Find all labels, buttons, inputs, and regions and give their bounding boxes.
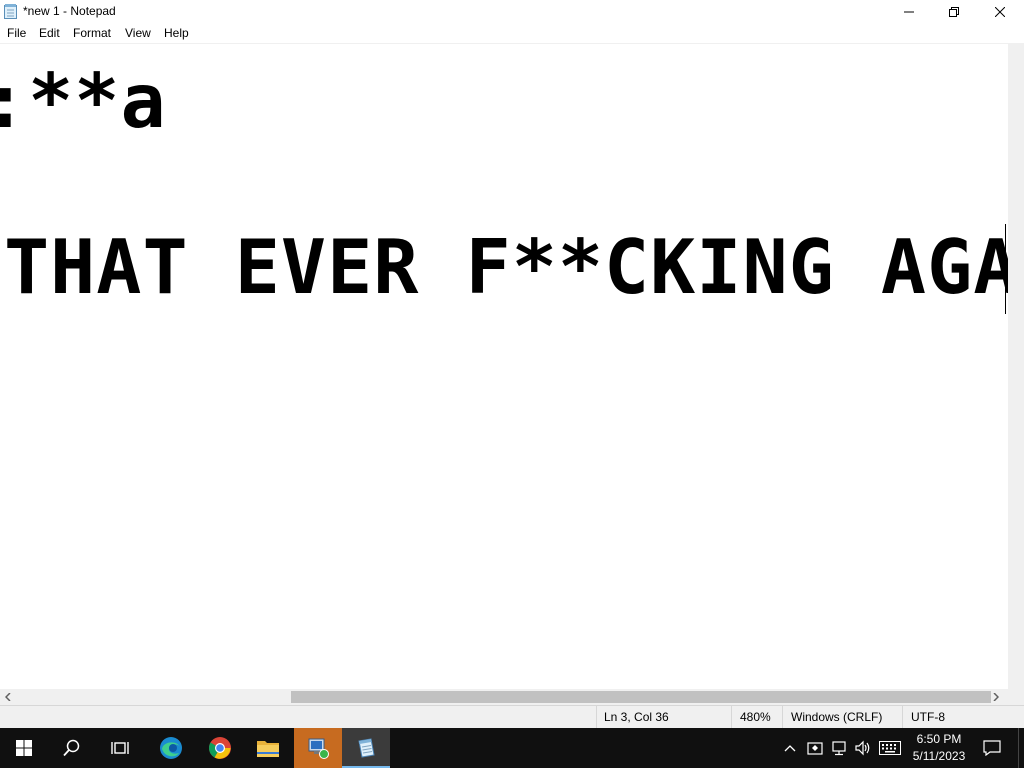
network-app-button[interactable] xyxy=(294,728,342,768)
window-title: *new 1 - Notepad xyxy=(23,4,116,18)
horizontal-scrollbar[interactable] xyxy=(0,689,1008,705)
close-button[interactable] xyxy=(977,0,1023,23)
task-view-button[interactable] xyxy=(96,728,144,768)
notepad-icon xyxy=(358,738,375,758)
status-separator xyxy=(596,706,597,729)
text-caret xyxy=(1005,224,1006,314)
network-icon[interactable] xyxy=(829,738,849,758)
line-ending: Windows (CRLF) xyxy=(791,710,883,724)
status-bar: Ln 3, Col 36 480% Windows (CRLF) UTF-8 xyxy=(0,705,1024,729)
show-hidden-icons-button[interactable] xyxy=(782,738,798,758)
windows-icon xyxy=(16,740,32,756)
menu-view[interactable]: View xyxy=(125,26,151,40)
tray-security-icon[interactable] xyxy=(805,738,825,758)
taskbar-clock[interactable]: 6:50 PM 5/11/2023 xyxy=(905,731,973,765)
search-icon xyxy=(63,739,80,757)
status-separator xyxy=(731,706,732,729)
chevron-up-icon xyxy=(784,745,796,752)
notepad-icon xyxy=(4,4,17,19)
title-bar: *new 1 - Notepad xyxy=(0,0,1024,23)
edge-button[interactable] xyxy=(147,728,195,768)
taskbar: 6:50 PM 5/11/2023 xyxy=(0,728,1024,768)
network-app-icon xyxy=(308,738,329,759)
status-separator xyxy=(782,706,783,729)
scroll-right-icon[interactable] xyxy=(990,691,1002,703)
menu-format[interactable]: Format xyxy=(73,26,111,40)
menu-bar: File Edit Format View Help xyxy=(0,23,1024,43)
zoom-level: 480% xyxy=(740,710,771,724)
vertical-scrollbar[interactable] xyxy=(1008,43,1024,689)
scrollbar-corner xyxy=(1008,689,1024,705)
task-view-icon xyxy=(111,742,129,754)
action-center-button[interactable] xyxy=(980,728,1004,768)
editor-line-3: THAT EVER F**CKING AGAIN. xyxy=(4,223,1008,311)
horizontal-scroll-thumb[interactable] xyxy=(291,691,991,703)
file-explorer-icon xyxy=(257,741,279,757)
status-separator xyxy=(902,706,903,729)
encoding: UTF-8 xyxy=(911,710,945,724)
chrome-icon xyxy=(209,737,231,759)
notepad-taskbar-button[interactable] xyxy=(342,728,390,768)
clock-date: 5/11/2023 xyxy=(912,749,966,763)
edge-icon xyxy=(160,737,182,759)
search-button[interactable] xyxy=(48,728,96,768)
show-desktop-button[interactable] xyxy=(1018,728,1024,768)
clock-time: 6:50 PM xyxy=(916,732,962,746)
cursor-position: Ln 3, Col 36 xyxy=(604,710,669,724)
notification-icon xyxy=(983,740,1001,756)
menu-file[interactable]: File xyxy=(7,26,26,40)
minimize-button[interactable] xyxy=(886,0,932,23)
scroll-left-icon[interactable] xyxy=(2,691,14,703)
menu-edit[interactable]: Edit xyxy=(39,26,60,40)
restore-button[interactable] xyxy=(931,0,977,23)
menu-help[interactable]: Help xyxy=(164,26,189,40)
text-editor[interactable]: :**a THAT EVER F**CKING AGAIN. xyxy=(0,43,1008,690)
volume-icon[interactable] xyxy=(853,738,873,758)
editor-line-1: :**a xyxy=(0,57,167,145)
file-explorer-button[interactable] xyxy=(244,728,292,768)
chrome-button[interactable] xyxy=(196,728,244,768)
start-button[interactable] xyxy=(0,728,48,768)
keyboard-icon[interactable] xyxy=(878,738,902,758)
